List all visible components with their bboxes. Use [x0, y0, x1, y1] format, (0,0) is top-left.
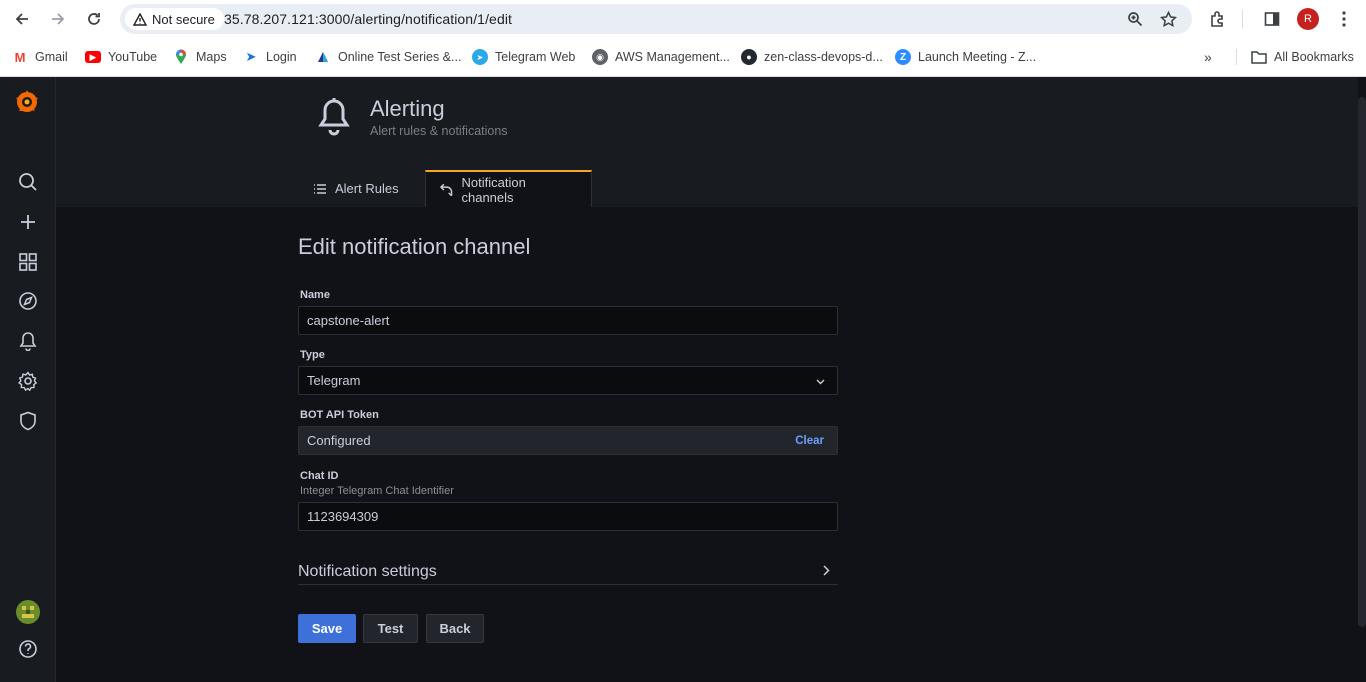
grafana-logo-icon[interactable] [13, 88, 41, 116]
login-icon: ➤ [243, 49, 259, 65]
address-bar[interactable]: Not secure 35.78.207.121:3000/alerting/n… [120, 4, 1192, 34]
alerting-bell-icon[interactable] [16, 329, 40, 353]
more-bookmarks-icon[interactable]: » [1204, 47, 1212, 67]
bookmark-label: YouTube [108, 50, 158, 64]
chevron-down-icon [816, 374, 825, 388]
bookmark-divider [1236, 49, 1237, 65]
page-header: Alerting Alert rules & notifications Ale… [56, 77, 1358, 207]
save-button[interactable]: Save [298, 614, 356, 643]
test-series-icon [315, 49, 331, 65]
alerting-header-bell-icon [316, 97, 356, 137]
token-value: Configured [307, 433, 371, 448]
browser-menu-icon[interactable] [1333, 8, 1355, 30]
bookmark-youtube[interactable]: ▶ YouTube [85, 47, 157, 67]
telegram-icon: ➤ [472, 49, 488, 65]
bookmark-test-series[interactable]: Online Test Series &... [315, 47, 461, 67]
tab-label: Notification channels [461, 174, 526, 205]
url-text[interactable]: 35.78.207.121:3000/alerting/notification… [224, 11, 512, 27]
zoom-icon[interactable] [1125, 9, 1145, 29]
github-icon: ● [741, 49, 757, 65]
chevron-right-icon [823, 563, 830, 581]
notification-settings-toggle[interactable]: Notification settings [298, 559, 838, 585]
token-label: BOT API Token [300, 409, 379, 421]
bookmark-login[interactable]: ➤ Login [243, 47, 297, 67]
chat-id-value: 1123694309 [307, 509, 379, 524]
notification-settings-label: Notification settings [298, 562, 437, 580]
server-admin-shield-icon[interactable] [16, 409, 40, 433]
token-clear-button[interactable]: Clear [795, 435, 824, 447]
maps-icon [173, 49, 189, 65]
browser-chrome: Not secure 35.78.207.121:3000/alerting/n… [0, 0, 1366, 77]
toolbar-divider [1242, 10, 1243, 28]
page-title: Alerting [370, 96, 445, 121]
side-menu [0, 77, 56, 682]
bookmarks-bar: M Gmail ▶ YouTube Maps ➤ Login Online Te… [0, 43, 1366, 69]
side-panel-icon[interactable] [1261, 8, 1283, 30]
zoom-icon: Z [895, 49, 911, 65]
extensions-icon[interactable] [1207, 8, 1229, 30]
youtube-icon: ▶ [85, 51, 101, 63]
test-button[interactable]: Test [363, 614, 418, 643]
bookmark-label: Online Test Series &... [338, 50, 462, 64]
chat-id-description: Integer Telegram Chat Identifier [300, 485, 454, 497]
bookmark-telegram[interactable]: ➤ Telegram Web [472, 47, 575, 67]
bookmark-label: Gmail [35, 50, 68, 64]
security-indicator[interactable]: Not secure [125, 8, 224, 30]
explore-compass-icon[interactable] [16, 289, 40, 313]
name-input[interactable]: capstone-alert [298, 306, 838, 335]
type-label: Type [300, 349, 325, 361]
configuration-gear-icon[interactable] [16, 369, 40, 393]
aws-icon: ◉ [592, 49, 608, 65]
back-arrow-icon[interactable] [11, 8, 33, 30]
create-plus-icon[interactable] [16, 210, 40, 234]
profile-avatar[interactable]: R [1297, 8, 1319, 30]
name-value: capstone-alert [307, 313, 390, 328]
name-label: Name [300, 289, 330, 301]
bookmark-label: Login [266, 50, 297, 64]
help-icon[interactable] [16, 637, 40, 661]
token-input: Configured Clear [298, 426, 838, 455]
gmail-icon: M [12, 49, 28, 65]
type-value: Telegram [307, 373, 361, 388]
dashboards-icon[interactable] [16, 250, 40, 274]
tab-notification-channels[interactable]: Notification channels [425, 170, 592, 207]
forward-arrow-icon[interactable] [47, 8, 69, 30]
user-avatar[interactable] [15, 599, 41, 625]
scrollbar[interactable] [1358, 97, 1366, 627]
folder-icon [1251, 51, 1267, 64]
all-bookmarks-label: All Bookmarks [1274, 50, 1354, 64]
bookmark-zoom[interactable]: Z Launch Meeting - Z... [895, 47, 1036, 67]
bookmark-maps[interactable]: Maps [173, 47, 227, 67]
form-heading: Edit notification channel [298, 234, 531, 259]
list-icon [314, 183, 326, 194]
chat-id-input[interactable]: 1123694309 [298, 502, 838, 531]
bookmark-github[interactable]: ● zen-class-devops-d... [741, 47, 883, 67]
bookmark-label: Launch Meeting - Z... [918, 50, 1037, 64]
bookmark-label: Telegram Web [495, 50, 576, 64]
tab-alert-rules[interactable]: Alert Rules [299, 170, 413, 207]
tab-label: Alert Rules [335, 181, 399, 196]
chat-id-label: Chat ID [300, 470, 339, 482]
all-bookmarks[interactable]: All Bookmarks [1251, 47, 1354, 67]
notification-channel-icon [440, 183, 453, 196]
bookmark-label: Maps [196, 50, 227, 64]
bookmark-aws[interactable]: ◉ AWS Management... [592, 47, 730, 67]
security-label: Not secure [152, 11, 215, 27]
bookmark-gmail[interactable]: M Gmail [12, 47, 68, 67]
search-icon[interactable] [16, 170, 40, 194]
bookmark-label: zen-class-devops-d... [764, 50, 883, 64]
bookmark-label: AWS Management... [615, 50, 730, 64]
browser-toolbar: Not secure 35.78.207.121:3000/alerting/n… [0, 0, 1366, 38]
warning-icon [133, 12, 147, 26]
type-select[interactable]: Telegram [298, 366, 838, 395]
reload-icon[interactable] [83, 8, 105, 30]
page-subtitle: Alert rules & notifications [370, 124, 508, 138]
back-button[interactable]: Back [426, 614, 484, 643]
bookmark-star-icon[interactable] [1158, 9, 1178, 29]
main-area: Alerting Alert rules & notifications Ale… [56, 77, 1366, 682]
